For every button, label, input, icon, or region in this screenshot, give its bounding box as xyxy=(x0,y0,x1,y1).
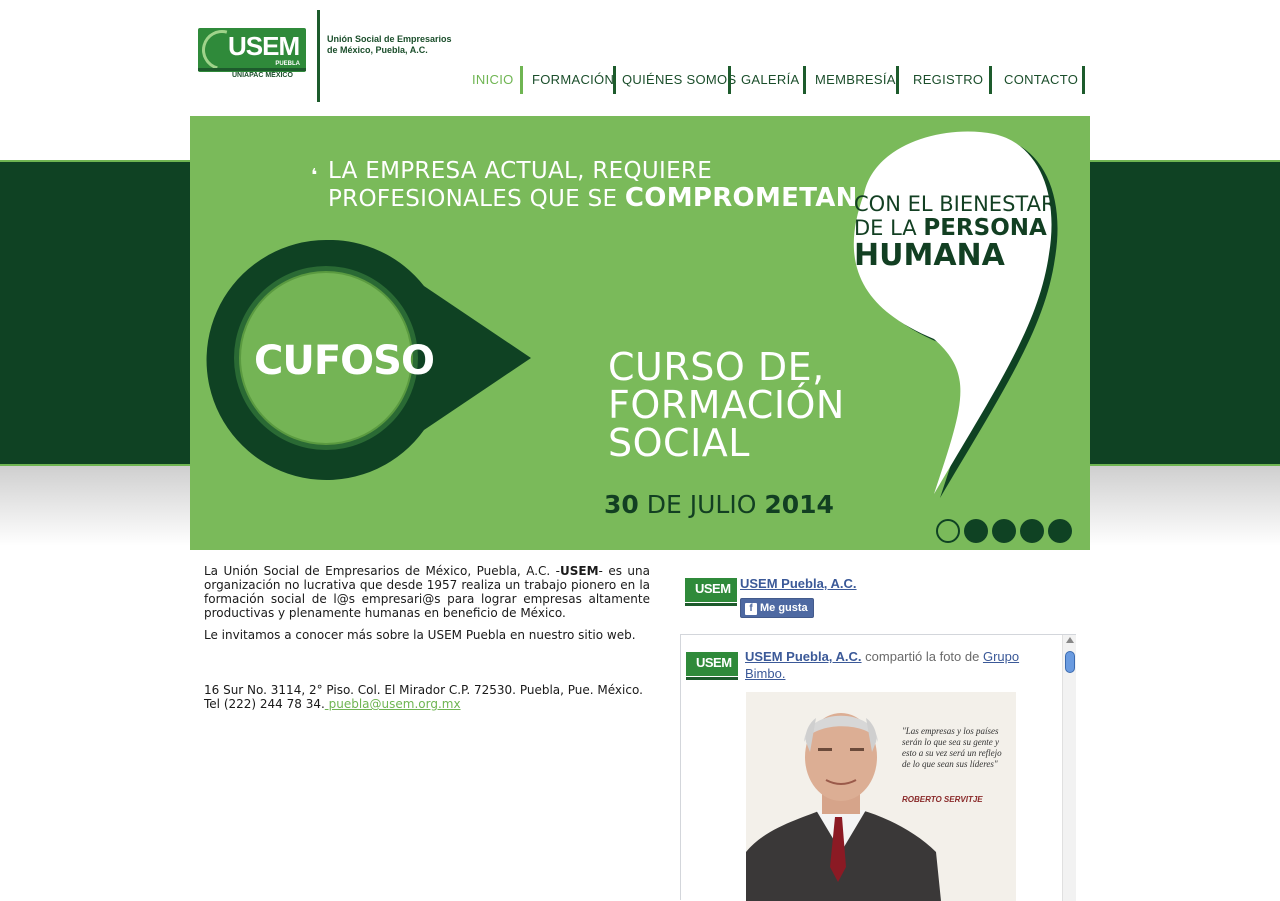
nav-separator xyxy=(520,66,523,94)
post-header: USEM Puebla, A.C. compartió la foto de G… xyxy=(745,648,1045,682)
organization-name: Unión Social de Empresarios de México, P… xyxy=(327,34,467,56)
invite-paragraph: Le invitamos a conocer más sobre la USEM… xyxy=(204,628,636,642)
nav-item-galeria[interactable]: GALERÍA xyxy=(741,72,799,87)
scroll-thumb[interactable] xyxy=(1065,651,1075,673)
cufoso-title: CUFOSO xyxy=(254,338,435,384)
headline-line2-prefix: PROFESIONALES QUE SE xyxy=(328,186,625,212)
facebook-like-button[interactable]: f Me gusta xyxy=(740,598,814,618)
fb-logo-text: USEM xyxy=(695,581,731,596)
address-block: 16 Sur No. 3114, 2° Piso. Col. El Mirado… xyxy=(204,683,664,711)
course-title: CURSO DE, FORMACIÓN SOCIAL xyxy=(608,348,845,462)
nav-item-formacion[interactable]: FORMACIÓN xyxy=(532,72,614,87)
slider-headline: LA EMPRESA ACTUAL, REQUIERE PROFESIONALE… xyxy=(328,158,858,213)
course-line3: SOCIAL xyxy=(608,421,750,465)
course-date: 30 DE JULIO 2014 xyxy=(604,490,834,519)
nav-separator xyxy=(896,66,899,94)
headline-line2: PROFESIONALES QUE SE COMPROMETAN xyxy=(328,185,858,213)
bubble-line1: CON EL BIENESTAR xyxy=(854,192,1056,216)
nav-separator xyxy=(613,66,616,94)
intro-paragraph: La Unión Social de Empresarios de México… xyxy=(204,564,650,620)
contact-line: Tel (222) 244 78 34. puebla@usem.org.mx xyxy=(204,697,664,711)
post-author-logo[interactable]: USEM xyxy=(686,652,738,680)
course-line1: CURSO DE, xyxy=(608,345,825,389)
post-author-link[interactable]: USEM Puebla, A.C. xyxy=(745,649,862,664)
slider-dot-3[interactable] xyxy=(992,519,1016,543)
post-logo-underline xyxy=(686,677,738,680)
facebook-feed[interactable]: USEM USEM Puebla, A.C. compartió la foto… xyxy=(680,634,1076,901)
phone-text: Tel (222) 244 78 34. xyxy=(204,697,325,711)
post-photo[interactable]: "Las empresas y los países serán lo que … xyxy=(746,692,1016,901)
nav-separator xyxy=(803,66,806,94)
facebook-f-icon: f xyxy=(745,603,757,615)
nav-item-contacto[interactable]: CONTACTO xyxy=(1004,72,1078,87)
intro-section: La Unión Social de Empresarios de México… xyxy=(204,564,650,650)
slider-dot-2[interactable] xyxy=(964,519,988,543)
facebook-widget: USEM USEM Puebla, A.C. f Me gusta USEM US… xyxy=(680,566,1076,901)
org-name-line2: de México, Puebla, A.C. xyxy=(327,45,428,55)
bubble-line2: DE LA PERSONA xyxy=(854,216,1056,240)
quote-drop-icon: ❛ xyxy=(311,165,318,186)
post-action: compartió la foto de xyxy=(861,649,983,664)
scroll-up-icon[interactable] xyxy=(1066,637,1074,643)
hero-slider[interactable]: ❛ LA EMPRESA ACTUAL, REQUIERE PROFESIONA… xyxy=(190,116,1090,550)
org-name-line1: Unión Social de Empresarios xyxy=(327,34,452,44)
bubble-text: CON EL BIENESTAR DE LA PERSONA HUMANA xyxy=(854,192,1056,272)
nav-item-inicio[interactable]: INICIO xyxy=(472,72,514,87)
speech-bubble-icon xyxy=(853,131,1058,498)
date-day: 30 xyxy=(604,490,639,519)
nav-separator xyxy=(728,66,731,94)
photo-author: ROBERTO SERVITJE xyxy=(902,795,983,804)
nav-item-membresia[interactable]: MEMBRESÍA xyxy=(815,72,896,87)
headline-line2-bold: COMPROMETAN xyxy=(624,183,858,213)
nav-item-quienes-somos[interactable]: QUIÉNES SOMOS xyxy=(622,72,736,87)
nav-separator xyxy=(1082,66,1085,94)
post-logo-text: USEM xyxy=(696,655,732,670)
facebook-page-logo[interactable]: USEM xyxy=(685,578,737,606)
photo-quote: "Las empresas y los países serán lo que … xyxy=(902,726,1002,769)
date-year: 2014 xyxy=(764,490,834,519)
facebook-page-name[interactable]: USEM Puebla, A.C. xyxy=(740,576,857,591)
slider-dot-5[interactable] xyxy=(1048,519,1072,543)
fb-logo-underline xyxy=(685,603,737,606)
email-link[interactable]: puebla@usem.org.mx xyxy=(325,697,461,711)
logo-text: USEM xyxy=(228,31,300,61)
intro-bold: USEM xyxy=(560,564,599,578)
nav-item-registro[interactable]: REGISTRO xyxy=(913,72,983,87)
slider-dot-4[interactable] xyxy=(1020,519,1044,543)
intro-prefix: La Unión Social de Empresarios de México… xyxy=(204,564,561,578)
feed-scrollbar[interactable] xyxy=(1062,635,1076,901)
headline-line1: LA EMPRESA ACTUAL, REQUIERE xyxy=(328,158,713,184)
main-navigation: INICIO FORMACIÓN QUIÉNES SOMOS GALERÍA M… xyxy=(0,66,1280,96)
bubble-line3: HUMANA xyxy=(854,238,1005,273)
bubble-line2-prefix: DE LA xyxy=(854,216,924,240)
address-line: 16 Sur No. 3114, 2° Piso. Col. El Mirado… xyxy=(204,683,643,697)
slider-dot-1[interactable] xyxy=(936,519,960,543)
like-label: Me gusta xyxy=(760,602,808,614)
course-line2: FORMACIÓN xyxy=(608,383,845,427)
nav-separator xyxy=(989,66,992,94)
date-month: DE JULIO xyxy=(638,490,765,519)
